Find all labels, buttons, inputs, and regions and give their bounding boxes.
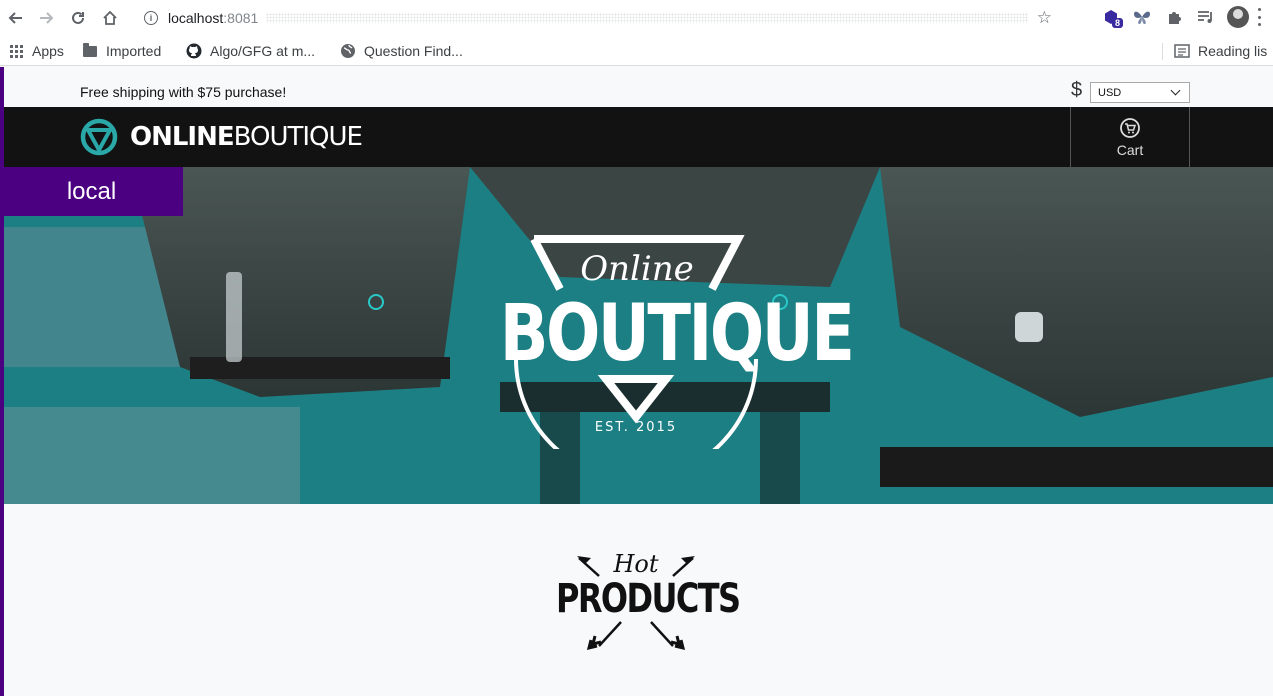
hero-title: BOUTIQUE xyxy=(499,289,855,379)
apps-icon xyxy=(8,43,24,59)
home-icon[interactable] xyxy=(98,6,122,30)
address-bar[interactable]: i localhost:8081 ☆ xyxy=(134,4,1058,32)
globe-icon xyxy=(340,43,356,59)
folder-icon xyxy=(82,42,98,59)
bookmark-label: Algo/GFG at m... xyxy=(210,43,316,59)
currency-symbol: $ xyxy=(1071,79,1083,101)
github-icon xyxy=(186,43,202,59)
bookmark-label: Question Find... xyxy=(364,43,463,59)
bookmarks-bar: Apps Imported Algo/GFG at m... Question … xyxy=(0,36,1273,66)
site-info-icon[interactable]: i xyxy=(144,11,158,25)
bookmarks-divider xyxy=(1162,43,1163,60)
chevron-down-icon xyxy=(1170,85,1181,96)
forward-arrow-icon[interactable] xyxy=(34,6,58,30)
cart-label: Cart xyxy=(1116,141,1144,158)
reading-list[interactable]: Reading lis xyxy=(1174,41,1267,61)
bookmark-label: Imported xyxy=(106,43,162,59)
hot-script-text: Hot xyxy=(613,550,659,578)
bookmark-algo-gfg[interactable]: Algo/GFG at m... xyxy=(186,41,315,61)
reload-icon[interactable] xyxy=(66,6,90,30)
hero-banner: Online BOUTIQUE EST. 2015 xyxy=(0,167,1273,504)
url-blurred xyxy=(266,13,1028,23)
logo-mark-icon xyxy=(80,118,118,156)
url-port: :8081 xyxy=(223,10,259,26)
logo-light-text: BOUTIQUE xyxy=(233,122,363,152)
currency-value: USD xyxy=(1098,86,1122,99)
environment-badge: local xyxy=(0,167,183,216)
page-viewport: Free shipping with $75 purchase! $ USD O… xyxy=(0,67,1273,696)
site-header: ONLINEBOUTIQUE Cart xyxy=(0,107,1273,167)
puzzle-extensions-icon[interactable] xyxy=(1163,6,1185,28)
bookmark-star-icon[interactable]: ☆ xyxy=(1037,8,1052,28)
bookmark-question-find[interactable]: Question Find... xyxy=(340,41,463,61)
hot-products-section: Hot PRODUCTS xyxy=(0,504,1273,696)
media-queue-icon[interactable] xyxy=(1195,6,1217,28)
cart-button[interactable]: Cart xyxy=(1070,107,1190,167)
url-host: localhost xyxy=(168,10,224,26)
reading-list-icon xyxy=(1174,43,1190,59)
promo-bar: Free shipping with $75 purchase! $ USD xyxy=(0,67,1273,107)
environment-accent-bar xyxy=(0,67,4,696)
back-arrow-icon[interactable] xyxy=(4,6,28,30)
butterfly-extension-icon[interactable] xyxy=(1131,6,1153,28)
cart-icon xyxy=(1120,117,1140,138)
browser-toolbar: i localhost:8081 ☆ 8 xyxy=(0,0,1273,36)
logo-bold-text: ONLINE xyxy=(130,122,235,152)
logo-wordmark: ONLINEBOUTIQUE xyxy=(130,122,363,152)
bookmark-imported[interactable]: Imported xyxy=(82,41,161,61)
profile-avatar[interactable] xyxy=(1227,6,1249,28)
hero-script-text: Online xyxy=(580,249,694,289)
reading-list-label: Reading lis xyxy=(1198,43,1268,59)
free-shipping-text: Free shipping with $75 purchase! xyxy=(80,84,287,100)
hero-est-text: EST. 2015 xyxy=(594,420,678,435)
more-menu-icon[interactable] xyxy=(1258,8,1262,26)
site-logo[interactable]: ONLINEBOUTIQUE xyxy=(80,118,363,156)
currency-select[interactable]: USD xyxy=(1090,82,1190,103)
bookmark-apps[interactable]: Apps xyxy=(8,41,64,61)
extension-badge: 8 xyxy=(1112,18,1124,28)
bookmark-label: Apps xyxy=(32,43,64,59)
hot-products-title: PRODUCTS xyxy=(556,576,741,622)
